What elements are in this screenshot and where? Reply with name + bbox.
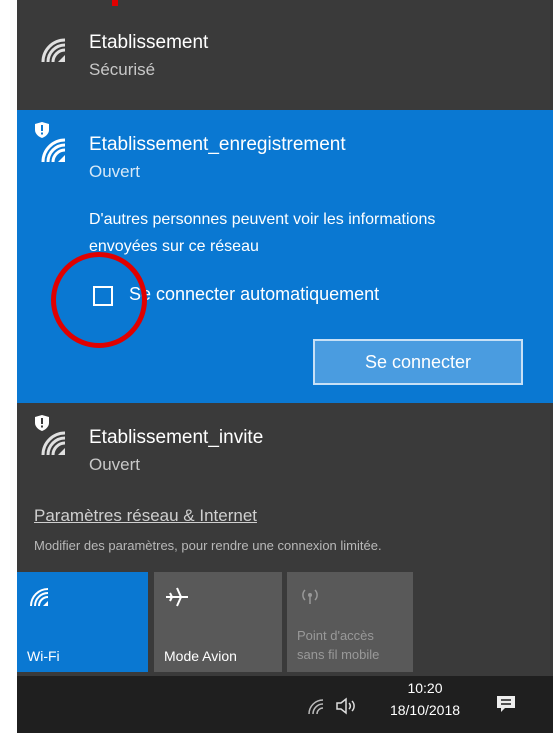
network-status: Ouvert [89,455,141,474]
quick-action-wifi[interactable]: Wi-Fi [17,572,148,672]
wifi-open-icon [41,431,66,456]
wifi-secured-icon [41,38,66,63]
wifi-open-icon [41,138,66,163]
tile-label-line1: Point d'accès [297,628,374,643]
connect-button[interactable]: Se connecter [313,339,523,385]
notification-center-icon[interactable] [495,694,517,714]
tile-label: Wi-Fi [27,648,60,664]
network-ssid: Etablissement_invite [89,427,264,448]
taskbar: 10:20 18/10/2018 [17,676,553,733]
annotation-circle [51,252,147,348]
tile-label-line2: sans fil mobile [297,647,380,662]
tile-label: Mode Avion [164,648,237,664]
tile-label: Point d'accès sans fil mobile [297,626,379,664]
clock-date[interactable]: 18/10/2018 [385,702,465,718]
volume-icon[interactable] [335,696,357,716]
security-warning-text: D'autres personnes peuvent voir les info… [89,211,436,255]
network-item-etablissement-invite[interactable]: Etablissement_invite Ouvert [17,403,553,498]
network-ssid: Etablissement_enregistrement [89,134,346,155]
network-status: Sécurisé [89,60,156,79]
network-settings-description: Modifier des paramètres, pour rendre une… [34,538,382,553]
auto-connect-label[interactable]: Se connecter automatiquement [129,284,379,305]
network-status: Ouvert [89,162,141,181]
wifi-icon [30,588,49,607]
quick-action-airplane-mode[interactable]: Mode Avion [154,572,282,672]
hotspot-icon [302,589,318,604]
network-tray-icon[interactable] [307,698,325,716]
annotation-mark [112,0,118,6]
network-settings-link[interactable]: Paramètres réseau & Internet [34,506,257,526]
network-item-etablissement[interactable]: Etablissement Sécurisé [17,8,553,103]
network-flyout: Etablissement Sécurisé Etablissement_enr… [17,0,553,733]
clock-time[interactable]: 10:20 [385,680,465,696]
network-ssid: Etablissement [89,32,209,53]
quick-action-mobile-hotspot[interactable]: Point d'accès sans fil mobile [287,572,413,672]
airplane-icon [166,587,188,607]
